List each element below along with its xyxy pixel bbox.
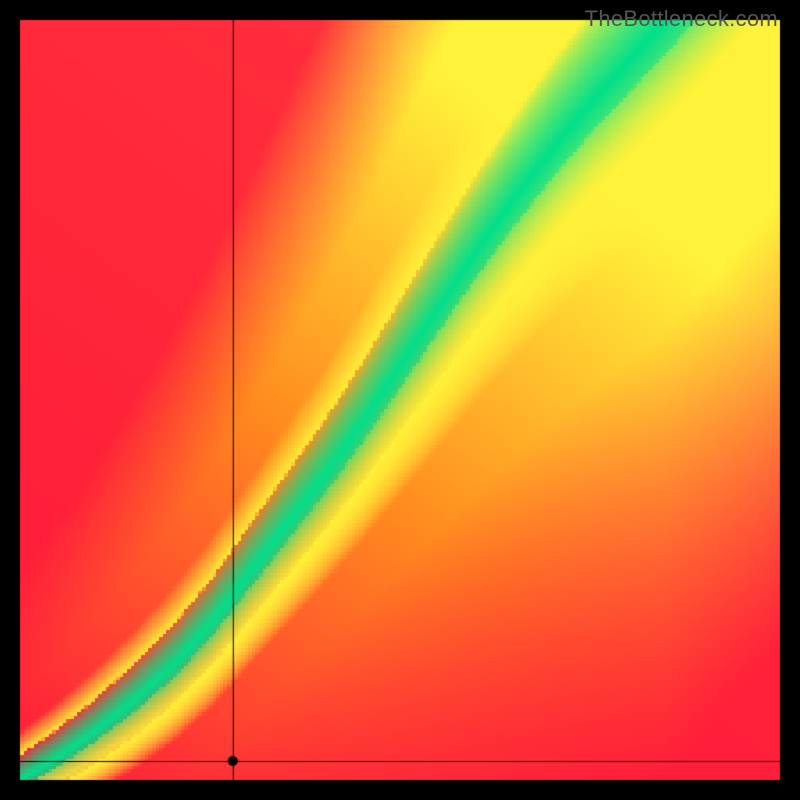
chart-container: TheBottleneck.com xyxy=(0,0,800,800)
watermark-text: TheBottleneck.com xyxy=(585,6,778,32)
heatmap-canvas xyxy=(0,0,800,800)
